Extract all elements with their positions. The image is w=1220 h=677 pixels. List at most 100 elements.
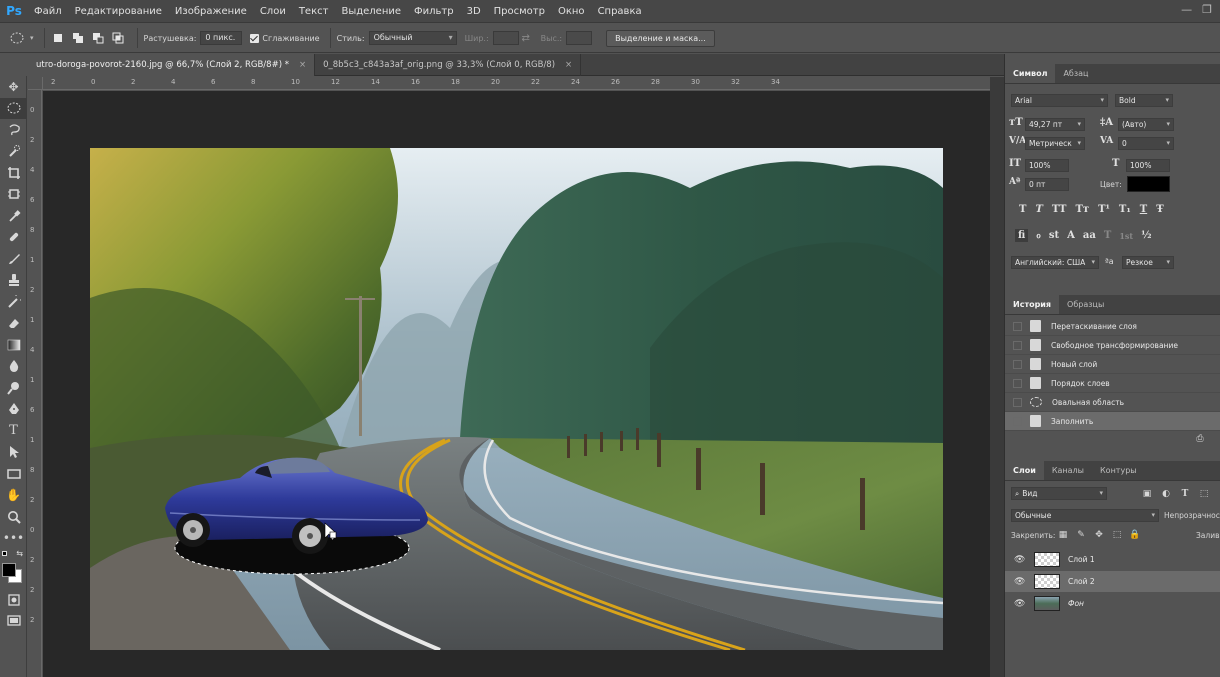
history-item[interactable]: Свободное трансформирование — [1005, 336, 1220, 355]
canvas-area[interactable] — [43, 91, 990, 677]
alternates-button[interactable]: ℴ — [1036, 230, 1041, 241]
quick-selection-tool-icon[interactable] — [0, 141, 27, 163]
lock-all-icon[interactable]: 🔒 — [1129, 529, 1141, 541]
width-input[interactable] — [492, 31, 519, 45]
menu-window[interactable]: Окно — [558, 6, 585, 17]
tab-history[interactable]: История — [1005, 295, 1060, 314]
history-checkbox[interactable] — [1013, 397, 1022, 407]
close-icon[interactable]: × — [299, 60, 306, 70]
all-caps-button[interactable]: TT — [1052, 204, 1067, 215]
menu-view[interactable]: Просмотр — [494, 6, 545, 17]
crop-tool-icon[interactable] — [0, 162, 27, 184]
swap-colors-icon[interactable]: ⇆ — [16, 549, 23, 558]
lasso-tool-icon[interactable] — [0, 119, 27, 141]
restore-button[interactable]: ❐ — [1202, 3, 1212, 16]
tab-paragraph[interactable]: Абзац — [1055, 64, 1096, 83]
filter-shape-icon[interactable]: ⬚ — [1198, 488, 1210, 500]
layer-name[interactable]: Слой 2 — [1068, 577, 1095, 586]
vertical-scale-input[interactable]: 100% — [1025, 159, 1069, 172]
color-swatches[interactable]: ⇆ — [0, 549, 26, 589]
menu-layers[interactable]: Слои — [260, 6, 286, 17]
style-select[interactable]: Обычный ▾ — [368, 31, 457, 45]
blur-tool-icon[interactable] — [0, 356, 27, 378]
titling-alternates-button[interactable]: T — [1104, 230, 1111, 241]
strikethrough-button[interactable]: Ŧ — [1156, 204, 1163, 215]
tab-document-2[interactable]: 0_8b5c3_c843a3af_orig.png @ 33,3% (Слой … — [315, 54, 582, 76]
horizontal-scale-input[interactable]: 100% — [1126, 159, 1170, 172]
vertical-scrollbar[interactable] — [990, 77, 1004, 677]
history-checkbox[interactable] — [1013, 378, 1022, 388]
healing-brush-tool-icon[interactable] — [0, 227, 27, 249]
intersect-selection-icon[interactable] — [111, 31, 125, 45]
eye-icon[interactable]: 👁 — [1014, 577, 1026, 587]
filter-type-icon[interactable]: T — [1179, 488, 1191, 500]
antialias-checkbox[interactable] — [250, 33, 260, 43]
eyedropper-tool-icon[interactable] — [0, 205, 27, 227]
screen-mode-icon[interactable] — [0, 611, 27, 633]
type-tool-icon[interactable]: T — [0, 420, 27, 442]
superscript-button[interactable]: T¹ — [1098, 204, 1110, 215]
underline-button[interactable]: T — [1140, 204, 1147, 215]
document-canvas[interactable] — [90, 148, 943, 650]
add-to-selection-icon[interactable] — [71, 31, 85, 45]
new-selection-icon[interactable] — [51, 31, 65, 45]
leading-input[interactable]: (Авто) ▾ — [1118, 118, 1174, 131]
tracking-input[interactable]: 0 ▾ — [1118, 137, 1174, 150]
lock-position-icon[interactable]: ✥ — [1093, 529, 1105, 541]
text-color-swatch[interactable] — [1127, 176, 1170, 192]
layer-name[interactable]: Фон — [1068, 599, 1084, 608]
menu-filter[interactable]: Фильтр — [414, 6, 454, 17]
frame-tool-icon[interactable] — [0, 184, 27, 206]
history-brush-tool-icon[interactable] — [0, 291, 27, 313]
layer-row-selected[interactable]: 👁 Слой 2 — [1005, 571, 1220, 592]
dodge-tool-icon[interactable] — [0, 377, 27, 399]
tab-document-1[interactable]: utro-doroga-povorot-2160.jpg @ 66,7% (Сл… — [28, 54, 316, 76]
lock-transparent-icon[interactable]: ▦ — [1057, 529, 1069, 541]
height-input[interactable] — [566, 31, 593, 45]
tab-character[interactable]: Символ — [1005, 64, 1056, 83]
faux-bold-button[interactable]: T — [1019, 204, 1026, 215]
font-style-select[interactable]: Bold ▾ — [1115, 94, 1173, 107]
filter-image-icon[interactable]: ▣ — [1141, 488, 1153, 500]
blend-mode-select[interactable]: Обычные ▾ — [1011, 509, 1159, 522]
subscript-button[interactable]: T₁ — [1119, 204, 1131, 215]
layer-row[interactable]: 👁 Слой 1 — [1005, 549, 1220, 570]
rectangle-tool-icon[interactable] — [0, 463, 27, 485]
history-item[interactable]: Овальная область — [1005, 393, 1220, 412]
menu-select[interactable]: Выделение — [341, 6, 401, 17]
fractions-button[interactable]: ½ — [1141, 230, 1151, 241]
menu-3d[interactable]: 3D — [467, 6, 481, 17]
elliptical-marquee-tool-icon[interactable] — [0, 97, 27, 119]
font-family-select[interactable]: Arial ▾ — [1011, 94, 1108, 107]
quick-mask-icon[interactable] — [0, 589, 27, 611]
font-size-input[interactable]: 49,27 пт ▾ — [1025, 118, 1085, 131]
default-colors-icon[interactable] — [2, 551, 7, 556]
filter-adjustment-icon[interactable]: ◐ — [1160, 488, 1172, 500]
elliptical-marquee-preset-icon[interactable] — [10, 31, 24, 45]
menu-edit[interactable]: Редактирование — [75, 6, 162, 17]
ligatures-button[interactable]: fi — [1015, 229, 1029, 242]
menu-help[interactable]: Справка — [598, 6, 642, 17]
lock-artboard-icon[interactable]: ⬚ — [1111, 529, 1123, 541]
ruler-origin[interactable] — [28, 77, 43, 90]
vertical-ruler[interactable]: 0 2 4 6 8 1 2 1 4 1 6 1 8 2 0 2 2 2 — [28, 90, 42, 677]
close-icon[interactable]: × — [565, 60, 572, 70]
horizontal-ruler[interactable]: 2 0 2 4 6 8 10 12 14 16 18 20 22 24 26 28 30 32 34 — [43, 77, 990, 90]
menu-file[interactable]: Файл — [34, 6, 62, 17]
zoom-tool-icon[interactable] — [0, 506, 27, 528]
preset-dropdown-icon[interactable]: ▾ — [30, 34, 34, 42]
gradient-tool-icon[interactable] — [0, 334, 27, 356]
foreground-color-swatch[interactable] — [2, 563, 16, 577]
path-selection-tool-icon[interactable] — [0, 442, 27, 464]
clone-stamp-tool-icon[interactable] — [0, 270, 27, 292]
tab-swatches[interactable]: Образцы — [1059, 295, 1112, 314]
history-checkbox[interactable] — [1013, 321, 1022, 331]
eye-icon[interactable]: 👁 — [1014, 599, 1026, 609]
layer-name[interactable]: Слой 1 — [1068, 555, 1095, 564]
small-caps-button[interactable]: Tт — [1075, 204, 1089, 215]
subtract-selection-icon[interactable] — [91, 31, 105, 45]
ordinals-button[interactable]: 1st — [1119, 231, 1133, 241]
swap-dimensions-icon[interactable]: ⇄ — [519, 33, 533, 44]
layer-filter-select[interactable]: ⌕ Вид ▾ — [1011, 487, 1107, 500]
pen-tool-icon[interactable] — [0, 399, 27, 421]
